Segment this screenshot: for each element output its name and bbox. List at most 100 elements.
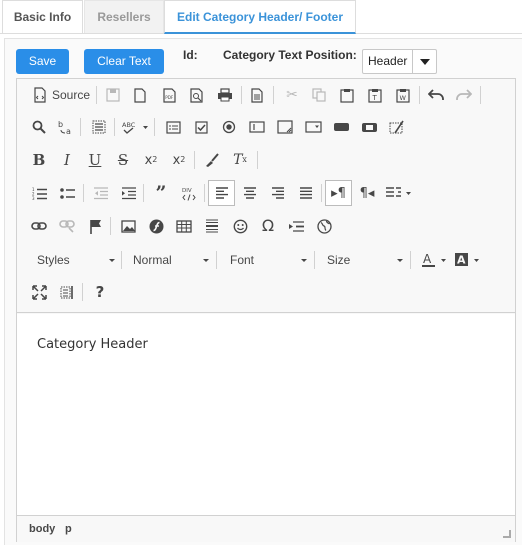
toolbar-separator [321,184,322,202]
editor-toolbar: Source PDF ✂ T W b a ABC B I U S x 2 x 2… [17,79,515,313]
element-path-body[interactable]: body [29,523,55,535]
toolbar-separator [80,118,81,136]
help-icon[interactable]: ? [89,281,111,303]
svg-text:b: b [58,120,63,129]
styles-dropdown[interactable]: Styles [37,249,70,271]
save-document-icon[interactable] [102,84,124,106]
flash-icon[interactable] [145,215,167,237]
link-icon[interactable] [28,215,50,237]
text-direction-ltr-icon[interactable]: ▸¶ [325,180,352,206]
align-center-icon[interactable] [239,182,261,204]
image-icon[interactable] [117,215,139,237]
copy-formatting-icon[interactable] [201,149,223,171]
copy-icon[interactable] [308,84,330,106]
hidden-field-icon[interactable] [386,116,408,138]
spell-check-icon[interactable]: ABC [121,116,151,138]
text-direction-rtl-icon[interactable]: ¶◂ [356,182,378,204]
format-dropdown[interactable]: Normal [133,249,172,271]
new-page-icon[interactable] [129,84,151,106]
svg-text:3: 3 [32,196,35,200]
cut-icon[interactable]: ✂ [281,84,303,106]
remove-format-icon[interactable]: Tx [229,149,251,171]
align-left-icon[interactable] [208,180,235,206]
tab-edit-category-header-footer[interactable]: Edit Category Header/ Footer [164,0,356,34]
anchor-icon[interactable] [84,215,106,237]
radio-button-icon[interactable] [218,116,240,138]
category-text-position-select[interactable]: Header [362,49,437,74]
text-color-icon[interactable]: A [420,249,450,271]
form-icon[interactable] [162,116,184,138]
toolbar-separator [241,86,242,104]
svg-text:DIV: DIV [182,188,192,194]
chevron-down-icon [412,50,436,73]
bulleted-list-icon[interactable] [56,182,78,204]
svg-text:A: A [423,252,432,266]
toolbar-separator [114,118,115,136]
smiley-icon[interactable] [229,215,251,237]
language-icon[interactable] [384,182,414,204]
preview-icon[interactable] [186,84,208,106]
image-button-icon[interactable] [358,116,380,138]
tab-resellers[interactable]: Resellers [84,0,164,33]
show-blocks-icon[interactable] [56,281,78,303]
undo-icon[interactable] [425,84,447,106]
paste-text-icon[interactable]: T [364,84,386,106]
select-all-icon[interactable] [88,116,110,138]
chevron-down-icon [109,259,115,262]
source-button-label[interactable]: Source [52,88,90,102]
subscript-icon[interactable]: x2 [140,149,162,171]
editor-content-area[interactable]: Category Header [17,314,515,515]
clear-text-button[interactable]: Clear Text [84,49,164,74]
align-right-icon[interactable] [267,182,289,204]
redo-icon[interactable] [453,84,475,106]
element-path-p[interactable]: p [65,523,72,535]
toolbar-separator [83,184,84,202]
find-icon[interactable] [28,116,50,138]
textarea-icon[interactable] [274,116,296,138]
create-div-icon[interactable]: DIV [178,182,200,204]
decrease-indent-icon[interactable] [89,182,111,204]
replace-icon[interactable]: ba [55,116,77,138]
underline-icon[interactable]: U [84,149,106,171]
print-icon[interactable] [214,84,236,106]
strikethrough-icon[interactable]: S [112,149,134,171]
toolbar-separator [480,86,481,104]
toolbar-separator [154,118,155,136]
paste-icon[interactable] [336,84,358,106]
chevron-down-icon [397,259,403,262]
select-field-icon[interactable] [302,116,324,138]
unlink-icon[interactable] [56,215,78,237]
bold-icon[interactable]: B [28,149,50,171]
numbered-list-icon[interactable]: 123 [28,182,50,204]
paste-from-word-icon[interactable]: W [392,84,414,106]
italic-icon[interactable]: I [56,149,78,171]
iframe-globe-icon[interactable] [313,215,335,237]
text-field-icon[interactable] [246,116,268,138]
svg-text:a: a [66,127,71,135]
export-pdf-icon[interactable]: PDF [158,84,180,106]
toolbar-separator [96,86,97,104]
tab-basic-info[interactable]: Basic Info [2,0,83,33]
templates-icon[interactable] [246,84,268,106]
blockquote-icon[interactable]: ” [150,182,172,204]
page-break-icon[interactable] [285,215,307,237]
checkbox-icon[interactable] [190,116,212,138]
editor-status-bar: body p [17,515,515,542]
button-element-icon[interactable] [330,116,352,138]
size-dropdown[interactable]: Size [327,249,350,271]
maximize-icon[interactable] [28,281,50,303]
toolbar-separator [121,251,122,269]
save-button[interactable]: Save [16,49,69,74]
font-dropdown[interactable]: Font [230,249,254,271]
superscript-icon[interactable]: x2 [168,149,190,171]
chevron-down-icon [301,259,307,262]
background-color-icon[interactable]: A [453,249,483,271]
increase-indent-icon[interactable] [117,182,139,204]
rich-text-editor: Source PDF ✂ T W b a ABC B I U S x 2 x 2… [16,78,516,542]
table-icon[interactable] [173,215,195,237]
horizontal-line-icon[interactable] [201,215,223,237]
justify-icon[interactable] [295,182,317,204]
special-character-icon[interactable]: Ω [257,215,279,237]
source-icon[interactable] [29,84,51,106]
resize-handle[interactable] [503,530,511,538]
